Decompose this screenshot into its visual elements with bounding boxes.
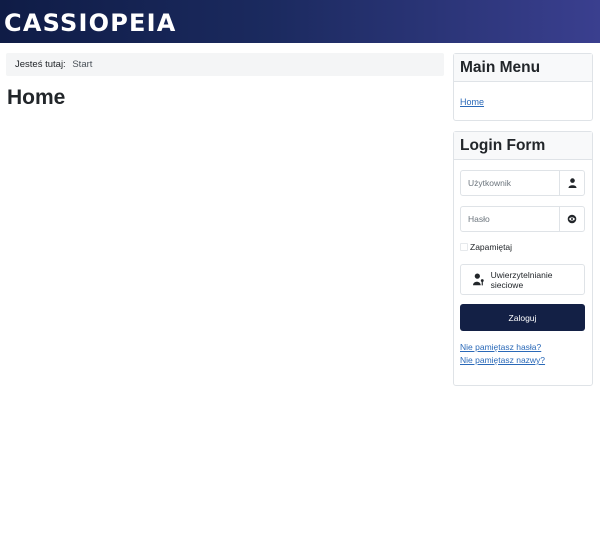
remember-me[interactable]: Zapamiętaj: [460, 242, 512, 252]
show-password-toggle[interactable]: [559, 207, 584, 231]
password-input[interactable]: [461, 207, 560, 231]
login-submit-button[interactable]: Zaloguj: [460, 304, 585, 331]
site-header: CASSIOPEIA: [0, 0, 600, 43]
webauthn-button[interactable]: Uwierzytelnianie sieciowe: [460, 264, 585, 295]
username-input[interactable]: [461, 171, 560, 195]
page-title: Home: [7, 86, 66, 109]
remember-checkbox[interactable]: [460, 243, 468, 251]
breadcrumb-current: Start: [72, 59, 93, 70]
site-brand-logo[interactable]: CASSIOPEIA: [4, 9, 177, 37]
username-addon: [559, 171, 584, 195]
login-form-module: Login Form Zapamiętaj: [453, 131, 593, 386]
breadcrumb-label: Jesteś tutaj:: [15, 59, 66, 70]
breadcrumb: Jesteś tutaj: Start: [6, 53, 444, 76]
password-input-group: [460, 206, 585, 232]
forgot-username-link[interactable]: Nie pamiętasz nazwy?: [460, 355, 545, 365]
remember-label: Zapamiętaj: [470, 242, 513, 252]
username-input-group: [460, 170, 585, 196]
eye-icon: [567, 214, 577, 224]
menu-item-home[interactable]: Home: [460, 97, 484, 107]
forgot-password-link[interactable]: Nie pamiętasz hasła?: [460, 342, 541, 352]
main-menu-title: Main Menu: [454, 54, 592, 82]
user-key-icon: [473, 273, 484, 286]
main-menu-module: Main Menu Home: [453, 53, 593, 121]
webauthn-label: Uwierzytelnianie sieciowe: [490, 269, 553, 290]
login-form-title: Login Form: [454, 132, 592, 160]
user-icon: [568, 178, 576, 188]
